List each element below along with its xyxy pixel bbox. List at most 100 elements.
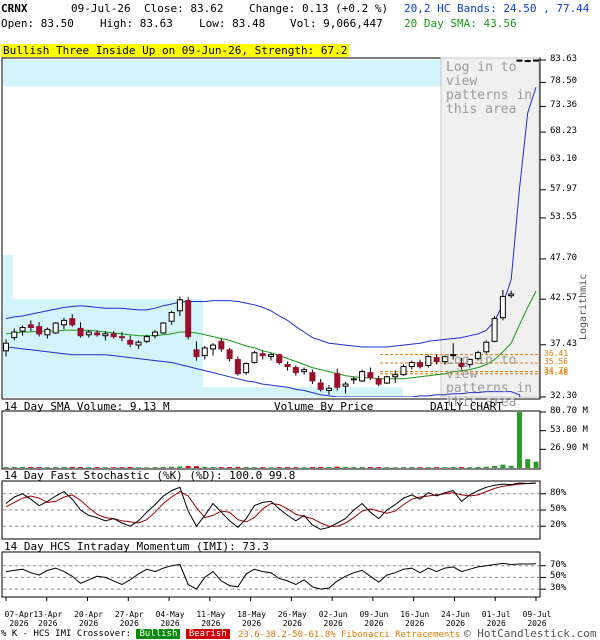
candle-body <box>226 349 233 360</box>
volume-bar <box>425 467 431 468</box>
imi-title: 14 Day HCS Intraday Momentum (IMI): 73.3 <box>4 540 269 553</box>
fib-label: 35.56 <box>544 356 569 366</box>
candle-body <box>234 359 241 375</box>
imi-y-label: 30% <box>550 583 567 594</box>
volume-bar <box>475 467 481 468</box>
fibonacci-legend: 23.6-38.2-50-61.8% Fibonacci Retracement… <box>238 630 461 640</box>
candle-body <box>193 349 200 358</box>
volume-bar <box>334 466 340 468</box>
candle-body <box>367 372 374 379</box>
volume-bar <box>11 467 17 468</box>
candle-body <box>60 319 67 326</box>
candle-body <box>218 340 225 350</box>
candle-body <box>185 300 192 338</box>
price-y-label: 57.97 <box>550 183 578 194</box>
price-y-label: 32.30 <box>550 391 578 401</box>
volume-bar <box>44 467 50 468</box>
price-y-label: 42.57 <box>550 293 578 304</box>
volume-bar <box>251 467 257 468</box>
candle-body <box>110 333 117 338</box>
volume-bar <box>293 467 299 468</box>
volume-bar <box>492 465 498 468</box>
candle-body <box>317 382 324 390</box>
volume-bar <box>376 467 382 468</box>
candle-body <box>508 293 515 297</box>
candle-body <box>11 331 18 339</box>
volume-y-label: 53.80 M <box>550 424 588 435</box>
volume-bar <box>53 467 59 468</box>
candle-body <box>77 327 84 337</box>
candle-body <box>359 371 366 382</box>
volume-panel-frame <box>1 410 541 470</box>
volume-bar <box>86 467 92 468</box>
volume-bar <box>417 467 423 468</box>
volume-bar <box>144 467 150 468</box>
login-note-top[interactable]: Log in to view patterns in this area <box>446 61 538 117</box>
candle-body <box>334 373 341 388</box>
volume-bar <box>94 467 100 468</box>
crossover-legend-label: % K - HCS IMI Crossover: <box>1 629 132 639</box>
price-y-label: 37.43 <box>550 338 578 349</box>
candle-body <box>400 366 407 376</box>
price-y-label: 68.23 <box>550 126 578 137</box>
volume-bar <box>351 467 357 468</box>
volume-bar <box>309 467 315 468</box>
stoch-k-line <box>5 482 537 530</box>
x-axis-label: 09-Jun 2026 <box>359 610 389 628</box>
imi-panel-frame <box>1 551 541 598</box>
candle-body <box>276 354 283 364</box>
volume-bar <box>467 467 473 468</box>
volume-bar <box>276 467 282 468</box>
volume-bar <box>210 467 216 468</box>
x-axis-label: 26-May 2026 <box>277 610 307 628</box>
candle-body <box>483 341 490 353</box>
volume-bar <box>235 466 241 468</box>
bullish-badge: Bullish <box>136 629 181 639</box>
volume-bar <box>28 467 34 468</box>
volume-bar <box>177 466 183 468</box>
price-y-label: 73.36 <box>550 100 578 111</box>
x-axis-label: 04-May 2026 <box>155 610 185 628</box>
candle-body <box>168 312 175 322</box>
stoch-y-label: 20% <box>550 520 567 531</box>
log-scale-label: Logarithmic <box>578 273 589 340</box>
volume-bar <box>483 466 489 468</box>
candle-body <box>3 342 9 352</box>
candle-body <box>433 357 440 363</box>
copyright-link[interactable]: © HotCandlestick.com <box>464 627 596 640</box>
price-y-label: 78.50 <box>550 76 578 87</box>
volume-bar <box>285 467 291 468</box>
volume-bar <box>508 465 514 468</box>
volume-bar <box>458 467 464 468</box>
candle-body <box>44 328 51 336</box>
imi-y-label: 70% <box>550 559 567 570</box>
volume-bar <box>78 467 84 468</box>
volume-bar <box>260 467 266 468</box>
volume-by-price-bar <box>3 387 403 397</box>
volume-bar <box>36 467 42 468</box>
bearish-badge: Bearish <box>185 629 230 639</box>
candle-body <box>350 378 357 381</box>
candle-body <box>19 327 26 332</box>
candle-body <box>309 372 316 382</box>
candle-body <box>94 332 101 336</box>
price-y-label: 47.70 <box>550 252 578 263</box>
volume-bar <box>367 467 373 468</box>
candle-body <box>292 367 299 374</box>
volume-bar <box>318 466 324 468</box>
candle-body <box>259 353 266 357</box>
crossover-legend: % K - HCS IMI Crossover: Bullish Bearish <box>1 629 230 639</box>
volume-bar <box>69 466 75 468</box>
candle-body <box>392 374 399 378</box>
candle-body <box>375 378 382 385</box>
candle-body <box>152 331 159 337</box>
volume-bar <box>301 467 307 468</box>
volume-bar <box>218 467 224 468</box>
candle-body <box>210 344 217 350</box>
volume-bar <box>384 467 390 468</box>
price-highlight-top <box>3 60 443 87</box>
volume-y-label: 80.70 M <box>550 406 588 416</box>
candle-body <box>118 336 125 339</box>
volume-bar <box>326 467 332 468</box>
candle-body <box>342 383 349 387</box>
